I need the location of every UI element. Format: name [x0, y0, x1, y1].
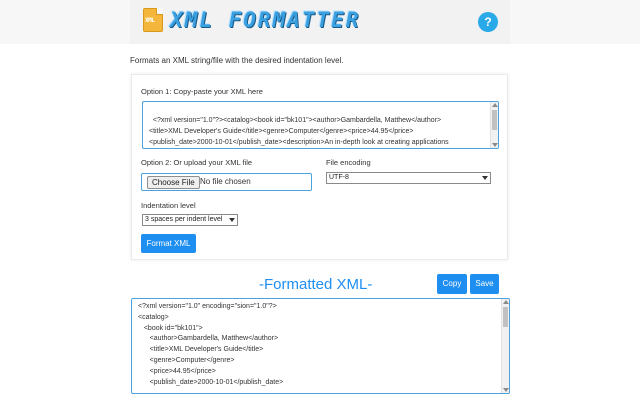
copy-button[interactable]: Copy	[437, 274, 467, 294]
option1-label: Option 1: Copy-paste your XML here	[141, 87, 263, 96]
indent-select[interactable]: 3 spaces per indent level	[142, 214, 238, 226]
file-upload-field[interactable]: Choose File No file chosen	[141, 173, 312, 191]
output-line: <catalog>	[138, 313, 169, 321]
save-button[interactable]: Save	[470, 274, 499, 294]
xml-input-textarea[interactable]: <?xml version="1.0"?><catalog><book id="…	[142, 101, 499, 149]
output-line: <publish_date>2000-10-01</publish_date>	[138, 378, 284, 386]
scroll-thumb[interactable]	[503, 307, 508, 327]
logo-label: XML	[145, 17, 155, 24]
scroll-up-icon[interactable]	[503, 300, 509, 304]
formatted-xml-output[interactable]: <?xml version="1.0" encoding="sion="1.0"…	[131, 298, 510, 394]
chevron-down-icon	[229, 218, 235, 222]
output-title: -Formatted XML-	[259, 276, 373, 293]
output-line: <title>XML Developer's Guide</title>	[138, 346, 264, 354]
indent-value: 3 spaces per indent level	[145, 216, 223, 223]
question-mark-icon: ?	[484, 15, 492, 29]
option2-label: Option 2: Or upload your XML file	[141, 158, 253, 167]
file-status: No file chosen	[200, 177, 251, 186]
output-line: <author>Gambardella, Matthew</author>	[138, 335, 279, 343]
encoding-value: UTF-8	[329, 174, 349, 181]
xml-input-value: <?xml version="1.0"?><catalog><book id="…	[149, 117, 449, 146]
scroll-down-icon[interactable]	[492, 143, 498, 147]
scroll-thumb[interactable]	[492, 110, 497, 130]
input-scrollbar[interactable]	[490, 102, 498, 148]
choose-file-button[interactable]: Choose File	[147, 176, 200, 189]
output-line: <book id="bk101">	[138, 324, 203, 332]
output-scrollbar[interactable]	[501, 299, 509, 393]
format-xml-button[interactable]: Format XML	[141, 234, 196, 253]
encoding-select[interactable]: UTF-8	[326, 172, 491, 184]
xml-file-icon: XML	[143, 8, 163, 32]
output-line: <genre>Computer</genre>	[138, 356, 235, 364]
scroll-up-icon[interactable]	[492, 103, 498, 107]
chevron-down-icon	[482, 176, 488, 180]
indent-label: Indentation level	[141, 201, 196, 210]
encoding-label: File encoding	[326, 158, 371, 167]
output-line: <price>44.95</price>	[138, 367, 216, 375]
page-description: Formats an XML string/file with the desi…	[130, 56, 344, 65]
help-button[interactable]: ?	[478, 12, 498, 32]
logo-fold	[156, 8, 163, 15]
scroll-down-icon[interactable]	[503, 388, 509, 392]
output-line: <?xml version="1.0" encoding="sion="1.0"…	[138, 303, 277, 310]
app-title: XML FORMATTER	[170, 8, 361, 32]
